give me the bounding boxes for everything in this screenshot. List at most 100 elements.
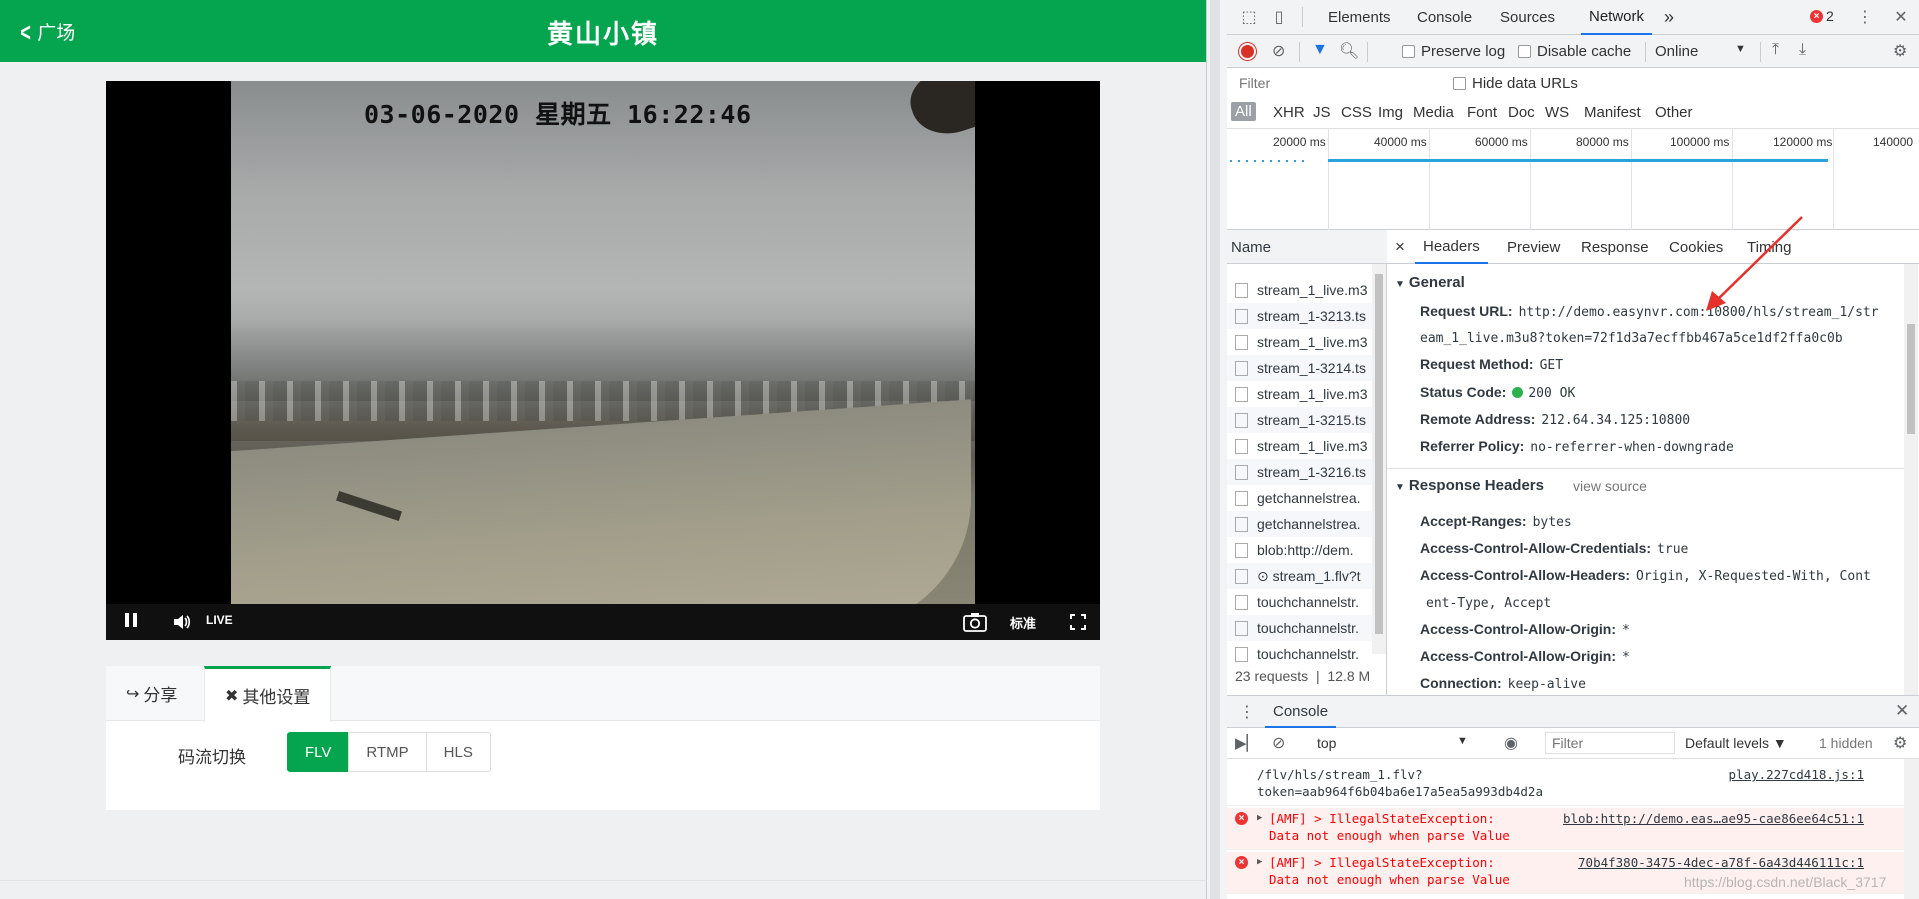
kv-key: Access-Control-Allow-Origin: — [1420, 648, 1617, 664]
close-icon[interactable]: ✕ — [1891, 7, 1911, 27]
tab-response[interactable]: Response — [1581, 230, 1649, 264]
web-app: < 广场 黄山小镇 03-06-2020 星期五 16:22:46 LIVE 标… — [0, 0, 1206, 899]
request-row[interactable]: ⊙ stream_1.flv?t — [1227, 563, 1373, 589]
error-counter[interactable]: × 2 — [1810, 8, 1834, 24]
request-row[interactable]: blob:http://dem. — [1227, 537, 1373, 563]
request-row[interactable]: touchchannelstr. — [1227, 615, 1373, 641]
type-other[interactable]: Other — [1655, 104, 1693, 121]
kv-value: true — [1657, 542, 1689, 557]
disable-cache-checkbox[interactable]: Disable cache — [1518, 43, 1631, 60]
stream-hls-button[interactable]: HLS — [425, 732, 491, 772]
request-row[interactable]: getchannelstrea. — [1227, 511, 1373, 537]
hide-data-urls-checkbox[interactable]: Hide data URLs — [1453, 75, 1578, 92]
volume-button[interactable] — [170, 604, 194, 640]
type-img[interactable]: Img — [1378, 104, 1403, 121]
network-timeline[interactable]: 20000 ms 40000 ms 60000 ms 80000 ms 1000… — [1227, 129, 1919, 230]
preserve-log-checkbox[interactable]: Preserve log — [1402, 43, 1505, 60]
tab-elements[interactable]: Elements — [1328, 0, 1391, 35]
type-js[interactable]: JS — [1313, 104, 1331, 121]
file-icon — [1235, 516, 1248, 532]
console-scrollbar[interactable] — [1904, 759, 1919, 899]
type-xhr[interactable]: XHR — [1273, 104, 1305, 121]
tab-network[interactable]: Network — [1581, 0, 1653, 35]
kebab-menu-icon[interactable]: ⋮ — [1239, 702, 1255, 722]
tab-sources[interactable]: Sources — [1500, 0, 1555, 35]
kebab-menu-icon[interactable]: ⋮ — [1855, 7, 1875, 27]
request-row[interactable]: stream_1_live.m3 — [1227, 329, 1373, 355]
red-arrow-annotation — [1706, 216, 1803, 311]
request-row[interactable]: touchchannelstr. — [1227, 641, 1373, 667]
request-row[interactable]: stream_1_live.m3 — [1227, 433, 1373, 459]
more-tabs-button[interactable]: » — [1664, 0, 1674, 35]
request-name: stream_1_live.m3 — [1257, 334, 1368, 350]
response-headers-toggle[interactable]: ▼ Response Headers — [1395, 477, 1544, 494]
stream-flv-button[interactable]: FLV — [287, 732, 350, 772]
type-font[interactable]: Font — [1467, 104, 1497, 121]
clear-console-icon[interactable]: ⊘ — [1272, 733, 1285, 753]
throttle-select[interactable]: Online ▼ — [1655, 43, 1746, 60]
tab-other-settings[interactable]: ✖ 其他设置 — [204, 666, 332, 722]
search-icon[interactable]: 🔍︎ — [1339, 41, 1359, 61]
settings-panel: ↪ 分享 ✖ 其他设置 码流切换 FLV RTMP HLS — [106, 666, 1100, 810]
expand-triangle-icon[interactable]: ▶ — [1257, 854, 1262, 871]
detail-scrollbar[interactable] — [1904, 264, 1918, 695]
eye-icon[interactable]: ◉ — [1504, 733, 1518, 753]
video-player[interactable]: 03-06-2020 星期五 16:22:46 LIVE 标准 — [106, 81, 1100, 640]
request-row[interactable]: stream_1-3216.ts — [1227, 459, 1373, 485]
general-section-toggle[interactable]: ▼ General — [1395, 274, 1465, 291]
gear-icon[interactable]: ⚙ — [1893, 733, 1907, 753]
tab-headers[interactable]: Headers — [1415, 230, 1488, 264]
tab-console-drawer[interactable]: Console — [1265, 696, 1337, 728]
error-count: 2 — [1826, 8, 1834, 24]
console-source-link[interactable]: play.227cd418.js:1 — [1729, 766, 1864, 783]
devtools-splitter[interactable] — [1206, 0, 1227, 899]
quality-button[interactable]: 标准 — [1010, 604, 1036, 640]
request-row[interactable]: stream_1-3214.ts — [1227, 355, 1373, 381]
name-column-header[interactable]: Name — [1227, 230, 1387, 264]
osd-timestamp: 03-06-2020 星期五 16:22:46 — [364, 100, 752, 129]
upload-icon[interactable]: ⤒ — [1772, 41, 1779, 59]
pause-button[interactable] — [120, 604, 142, 640]
scroll-thumb[interactable] — [1375, 274, 1383, 634]
request-row[interactable]: stream_1_live.m3 — [1227, 277, 1373, 303]
tab-share[interactable]: ↪ 分享 — [106, 666, 197, 721]
tab-preview[interactable]: Preview — [1507, 230, 1560, 264]
filter-icon[interactable]: ▼ — [1312, 41, 1328, 59]
filter-input[interactable] — [1235, 72, 1435, 94]
request-row[interactable]: stream_1-3215.ts — [1227, 407, 1373, 433]
device-toolbar-icon[interactable]: ▯ — [1269, 7, 1289, 27]
log-levels-select[interactable]: Default levels ▼ — [1685, 735, 1787, 751]
close-icon[interactable]: ✕ — [1895, 701, 1909, 721]
console-source-link[interactable]: 70b4f380-3475-4dec-a78f-6a43d446111c:1 — [1578, 854, 1864, 871]
console-filter-input[interactable] — [1545, 732, 1675, 754]
console-error: × ▶ [AMF] > IllegalStateException: Data no… — [1227, 808, 1919, 850]
context-select[interactable]: top ▼ — [1317, 735, 1487, 751]
close-detail-button[interactable]: × — [1395, 230, 1405, 264]
type-ws[interactable]: WS — [1545, 104, 1569, 121]
request-row[interactable]: stream_1_live.m3 — [1227, 381, 1373, 407]
console-source-link[interactable]: blob:http://demo.eas…ae95-cae86ee64c51:1 — [1563, 810, 1864, 827]
record-icon[interactable] — [1239, 43, 1256, 60]
fullscreen-button[interactable] — [1066, 604, 1090, 640]
request-list-scrollbar[interactable] — [1372, 264, 1386, 654]
request-row[interactable]: getchannelstrea. — [1227, 485, 1373, 511]
download-icon[interactable]: ⤓ — [1799, 41, 1806, 59]
type-css[interactable]: CSS — [1341, 104, 1372, 121]
type-doc[interactable]: Doc — [1508, 104, 1535, 121]
stream-rtmp-button[interactable]: RTMP — [348, 732, 427, 772]
tab-console[interactable]: Console — [1417, 0, 1472, 35]
view-source-link[interactable]: view source — [1573, 478, 1647, 494]
sidebar-toggle-icon[interactable]: ▶▏ — [1235, 734, 1258, 752]
snapshot-button[interactable] — [960, 604, 990, 640]
gear-icon[interactable]: ⚙ — [1893, 41, 1907, 61]
type-all[interactable]: All — [1231, 102, 1256, 121]
type-manifest[interactable]: Manifest — [1584, 104, 1641, 121]
request-row[interactable]: touchchannelstr. — [1227, 589, 1373, 615]
inspect-icon[interactable]: ⬚ — [1239, 7, 1259, 27]
clear-icon[interactable]: ⊘ — [1272, 41, 1285, 61]
expand-triangle-icon[interactable]: ▶ — [1257, 810, 1262, 827]
request-row[interactable]: stream_1-3213.ts — [1227, 303, 1373, 329]
checkbox-box — [1518, 45, 1531, 58]
scroll-thumb[interactable] — [1907, 324, 1915, 434]
type-media[interactable]: Media — [1413, 104, 1454, 121]
